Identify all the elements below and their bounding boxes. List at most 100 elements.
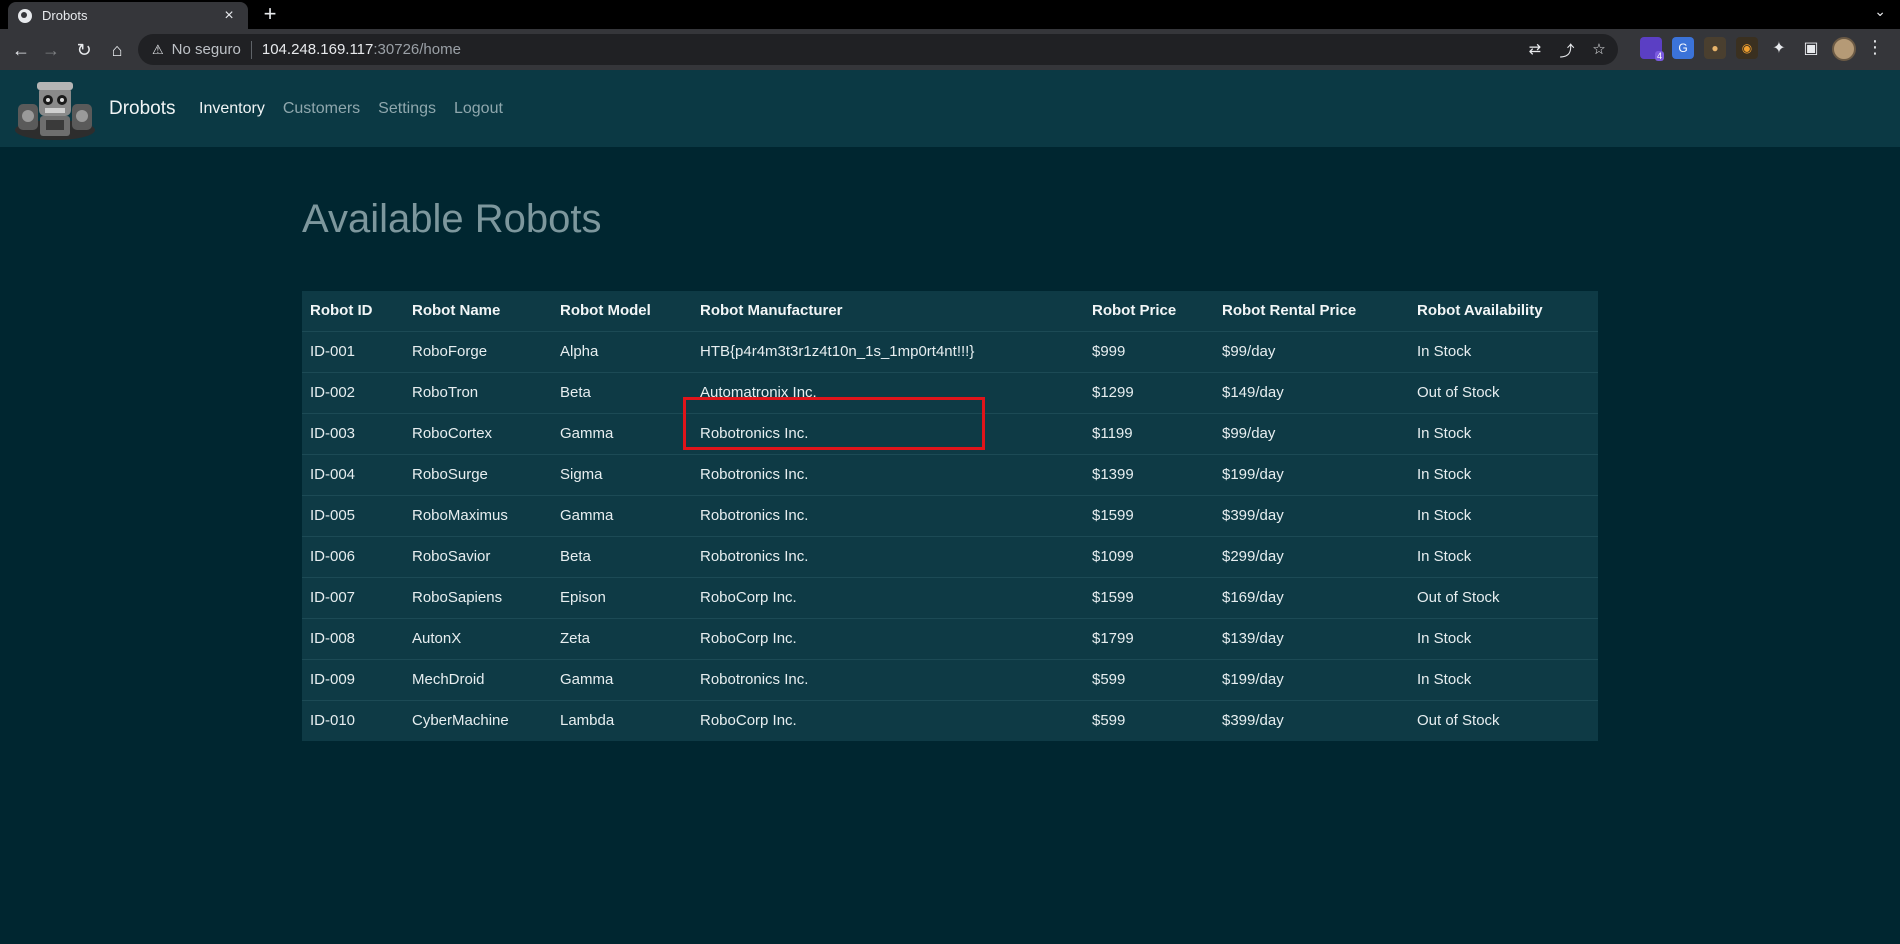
extension-icon[interactable]: 4 [1640, 37, 1664, 61]
translate-icon[interactable]: ⇄ [1526, 40, 1544, 61]
table-cell: $139/day [1214, 617, 1409, 659]
table-cell: RoboCorp Inc. [692, 576, 1084, 618]
table-cell: $99/day [1214, 330, 1409, 372]
table-cell: In Stock [1409, 494, 1598, 536]
address-bar[interactable]: ⚠ No seguro 104.248.169.117 :30726/home … [138, 34, 1618, 65]
nav-link-logout[interactable]: Logout [454, 100, 503, 118]
table-cell: Beta [552, 371, 692, 413]
forward-icon[interactable]: → [38, 37, 64, 63]
column-header: Robot Availability [1417, 302, 1543, 320]
table-cell: In Stock [1409, 453, 1598, 495]
tab-search-icon[interactable]: ⌄ [1874, 3, 1886, 20]
column-header: Robot Rental Price [1222, 302, 1357, 320]
url-host[interactable]: 104.248.169.117 [262, 41, 374, 58]
table-cell: $199/day [1214, 453, 1409, 495]
table-cell: ID-001 [302, 330, 404, 372]
wappalyzer-icon[interactable]: ◉ [1736, 37, 1758, 59]
table-cell: ID-007 [302, 576, 404, 618]
table-cell: $149/day [1214, 371, 1409, 413]
table-cell: RoboSapiens [404, 576, 552, 618]
menu-kebab-icon[interactable]: ⋮ [1866, 37, 1884, 61]
table-cell: In Stock [1409, 535, 1598, 577]
table-cell: ID-006 [302, 535, 404, 577]
table-cell: ID-009 [302, 658, 404, 700]
omnibox-actions: ⇄ ⤴ ☆ [1526, 40, 1608, 61]
table-cell: Robotronics Inc. [692, 494, 1084, 536]
table-cell: Zeta [552, 617, 692, 659]
robots-table: Robot ID Robot Name Robot Model Robot Ma… [302, 291, 1598, 741]
table-cell: RoboSavior [404, 535, 552, 577]
table-cell: $99/day [1214, 412, 1409, 454]
side-panel-icon[interactable]: ▣ [1800, 37, 1822, 59]
table-cell: $599 [1084, 699, 1214, 741]
table-cell: CyberMachine [404, 699, 552, 741]
translate-extension-icon[interactable]: G [1672, 37, 1694, 59]
table-cell: RoboCorp Inc. [692, 617, 1084, 659]
column-header: Robot Name [412, 302, 501, 320]
home-icon[interactable]: ⌂ [104, 37, 130, 63]
profile-avatar[interactable] [1832, 37, 1856, 61]
page-title: Available Robots [302, 197, 602, 241]
table-cell: In Stock [1409, 412, 1598, 454]
bookmark-star-icon[interactable]: ☆ [1590, 40, 1608, 61]
table-row: ID-010 CyberMachine Lambda RoboCorp Inc.… [302, 699, 1598, 741]
table-cell: $1099 [1084, 535, 1214, 577]
robot-logo-icon[interactable] [12, 78, 98, 140]
nav-link-inventory[interactable]: Inventory [199, 100, 265, 118]
column-header: Robot Price [1092, 302, 1177, 320]
table-cell: ID-005 [302, 494, 404, 536]
security-label[interactable]: No seguro [172, 41, 241, 58]
column-header: Robot Model [560, 302, 651, 320]
nav-links: Inventory Customers Settings Logout [199, 100, 521, 118]
tab-title: Drobots [42, 8, 88, 23]
table-cell: Epison [552, 576, 692, 618]
table-cell: Sigma [552, 453, 692, 495]
table-cell: Out of Stock [1409, 699, 1598, 741]
table-cell: $399/day [1214, 494, 1409, 536]
table-cell: Gamma [552, 412, 692, 454]
extensions-puzzle-icon[interactable]: ✦ [1768, 37, 1790, 59]
extensions-area: 4 G ● ◉ ✦ ▣ ⋮ [1640, 37, 1884, 61]
table-cell: $1599 [1084, 494, 1214, 536]
table-cell: $599 [1084, 658, 1214, 700]
table-cell: RoboMaximus [404, 494, 552, 536]
table-cell: $1799 [1084, 617, 1214, 659]
reload-icon[interactable]: ↻ [71, 37, 97, 63]
tab-close-icon[interactable]: × [220, 7, 238, 25]
table-row: ID-004 RoboSurge Sigma Robotronics Inc. … [302, 453, 1598, 495]
table-cell: Robotronics Inc. [692, 658, 1084, 700]
table-cell: Gamma [552, 494, 692, 536]
nav-link-settings[interactable]: Settings [378, 100, 436, 118]
column-header: Robot ID [310, 302, 373, 320]
nav-link-customers[interactable]: Customers [283, 100, 360, 118]
table-cell: $169/day [1214, 576, 1409, 618]
table-cell: RoboForge [404, 330, 552, 372]
table-cell: Out of Stock [1409, 576, 1598, 618]
table-cell: ID-003 [302, 412, 404, 454]
table-row: ID-006 RoboSavior Beta Robotronics Inc. … [302, 535, 1598, 577]
back-icon[interactable]: ← [8, 37, 34, 63]
table-cell: ID-010 [302, 699, 404, 741]
table-cell: $1599 [1084, 576, 1214, 618]
table-cell: Beta [552, 535, 692, 577]
url-path[interactable]: :30726/home [373, 41, 461, 58]
table-header-row: Robot ID Robot Name Robot Model Robot Ma… [302, 291, 1598, 331]
browser-tab[interactable]: Drobots × [8, 2, 248, 29]
table-row: ID-009 MechDroid Gamma Robotronics Inc. … [302, 658, 1598, 700]
warning-icon[interactable]: ⚠ [152, 42, 164, 58]
new-tab-button[interactable]: + [258, 1, 282, 27]
share-icon[interactable]: ⤴ [1558, 40, 1576, 61]
site-navbar: Drobots Inventory Customers Settings Log… [0, 70, 1900, 147]
table-cell: RoboSurge [404, 453, 552, 495]
cookie-icon[interactable]: ● [1704, 37, 1726, 59]
brand-name[interactable]: Drobots [109, 98, 176, 120]
table-row: ID-003 RoboCortex Gamma Robotronics Inc.… [302, 412, 1598, 454]
robots-table-wrapper: Robot ID Robot Name Robot Model Robot Ma… [302, 291, 1598, 741]
table-cell: Gamma [552, 658, 692, 700]
table-cell: ID-002 [302, 371, 404, 413]
table-cell: $399/day [1214, 699, 1409, 741]
extension-badge: 4 [1654, 51, 1664, 61]
table-cell: MechDroid [404, 658, 552, 700]
table-cell: Alpha [552, 330, 692, 372]
table-cell: $199/day [1214, 658, 1409, 700]
